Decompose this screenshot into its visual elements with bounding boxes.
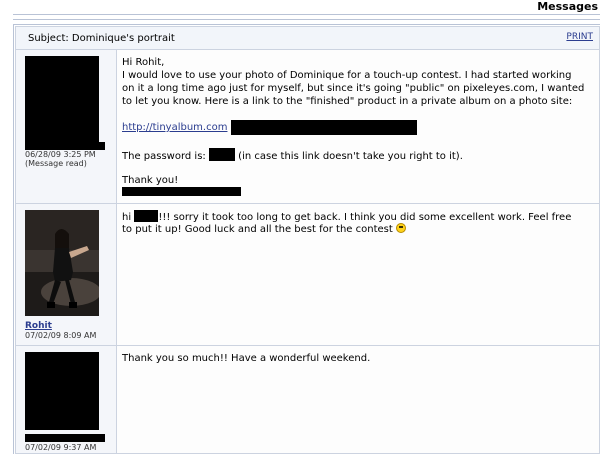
message-item: Rohit 07/02/09 8:09 AM hi !!! sorry it t… (15, 204, 600, 346)
message-line: to let you know. Here is a link to the "… (122, 96, 573, 107)
page-title: Messages (537, 0, 598, 13)
avatar-photo (25, 210, 99, 316)
message-timestamp: 07/02/09 8:09 AM (25, 331, 97, 340)
print-link[interactable]: PRINT (566, 32, 593, 42)
redacted-link-path (231, 120, 417, 135)
message-sender-panel: Rohit 07/02/09 8:09 AM (16, 204, 117, 345)
avatar (25, 56, 99, 142)
message-text: !!! sorry it took too long to get back. … (158, 212, 572, 223)
message-sender-panel: 07/02/09 9:37 AM (16, 346, 117, 453)
password-prefix: The password is: (122, 151, 206, 162)
message-body: Hi Rohit, I would love to use your photo… (117, 50, 599, 203)
message-item: 07/02/09 9:37 AM Thank you so much!! Hav… (15, 346, 600, 454)
message-thanks: Thank you! (122, 175, 179, 186)
message-body: Thank you so much!! Have a wonderful wee… (117, 346, 599, 453)
message-prefix: hi (122, 212, 132, 223)
header-divider (13, 14, 600, 20)
redacted-password (208, 148, 235, 161)
message-timestamp: 07/02/09 9:37 AM (25, 443, 97, 452)
avatar (25, 210, 99, 316)
thread-subject: Subject: Dominique's portrait (28, 33, 175, 44)
message-status: (Message read) (25, 159, 87, 168)
redacted-name (134, 210, 159, 222)
message-line: I would love to use your photo of Domini… (122, 70, 572, 81)
redacted-username (25, 142, 105, 150)
message-text: to put it up! Good luck and all the best… (122, 224, 393, 235)
redacted-username (25, 434, 105, 442)
password-suffix: (in case this link doesn't take you righ… (238, 151, 463, 162)
password-row: The password is: (in case this link does… (122, 148, 463, 163)
smiley-icon (395, 223, 406, 233)
redacted-signature (122, 187, 241, 196)
message-line: on it a long time ago just for myself, b… (122, 83, 585, 94)
album-link-row: http://tinyalbum.com (122, 121, 227, 134)
sender-username[interactable]: Rohit (25, 321, 52, 331)
message-item: 06/28/09 3:25 PM (Message read) Hi Rohit… (15, 50, 600, 204)
message-sender-panel: 06/28/09 3:25 PM (Message read) (16, 50, 117, 203)
message-text: Thank you so much!! Have a wonderful wee… (122, 353, 371, 364)
avatar (25, 352, 99, 430)
message-body: hi !!! sorry it took too long to get bac… (117, 204, 599, 345)
subject-bar: Subject: Dominique's portrait PRINT (15, 26, 600, 50)
message-line: hi !!! sorry it took too long to get bac… (122, 210, 571, 224)
album-link[interactable]: http://tinyalbum.com (122, 122, 227, 133)
message-greeting: Hi Rohit, (122, 57, 165, 68)
message-line: to put it up! Good luck and all the best… (122, 223, 406, 236)
